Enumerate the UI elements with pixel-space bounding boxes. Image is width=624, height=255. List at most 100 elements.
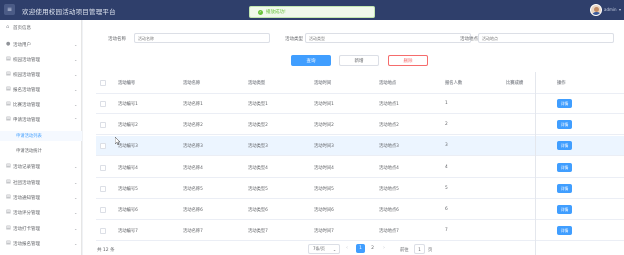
sidebar: ⌂ 首页信息 ● 活动用户 ⌄ ▤ 校园活动管理 ⌄ ▤ 校园活动管理 ⌄ ▤ … — [0, 20, 82, 255]
column-header[interactable]: 活动地点 — [379, 72, 396, 93]
sidebar-item-activity-2[interactable]: ▤ 校园活动管理 ⌄ — [0, 69, 82, 80]
row-checkbox[interactable] — [100, 228, 106, 234]
add-button[interactable]: 新增 — [339, 55, 379, 66]
list-icon: ▤ — [6, 209, 11, 215]
column-header[interactable]: 活动名称 — [183, 72, 200, 93]
sidebar-item-label: 活动打卡管理 — [13, 226, 40, 232]
table-cell: 4 — [445, 165, 448, 170]
table-cell: 活动地点2 — [379, 122, 399, 128]
table-cell: 活动时间1 — [314, 101, 334, 107]
table-cell: 活动编号6 — [118, 207, 138, 213]
menu-toggle-button[interactable]: ≡ — [4, 4, 15, 15]
chevron-down-icon: ⌄ — [332, 246, 337, 252]
user-name[interactable]: admin — [604, 7, 617, 12]
row-checkbox[interactable] — [100, 122, 106, 128]
sidebar-item-users[interactable]: ● 活动用户 ⌄ — [0, 39, 82, 50]
page-size-select[interactable]: 7条/页 ⌄ — [308, 244, 340, 254]
list-icon: ▤ — [6, 194, 11, 200]
table-row[interactable]: 活动编号6 活动名称6 活动类型6 活动时间6 活动地点6 6 详情 — [96, 200, 624, 220]
column-header[interactable]: 活动时间 — [314, 72, 331, 93]
sidebar-item-contest[interactable]: ▤ 比赛活动管理 ⌄ — [0, 99, 82, 110]
menu-icon: ≡ — [6, 5, 13, 13]
column-header: 操作 — [557, 80, 566, 86]
table-cell: 活动时间4 — [314, 165, 334, 171]
detail-button[interactable]: 详情 — [557, 226, 572, 235]
table-row[interactable]: 活动编号1 活动名称1 活动类型1 活动时间1 活动地点1 1 详情 — [96, 94, 624, 114]
prev-page-button[interactable]: ‹ — [346, 245, 348, 251]
sidebar-item-records[interactable]: ▤ 活动记录管理 ⌄ — [0, 161, 82, 172]
detail-button[interactable]: 详情 — [557, 120, 572, 129]
goto-label: 前往 — [400, 248, 409, 253]
next-page-button[interactable]: › — [383, 245, 385, 251]
sidebar-item-home[interactable]: ⌂ 首页信息 — [0, 22, 82, 33]
column-header[interactable]: 活动编号 — [118, 72, 135, 93]
column-header[interactable]: 报名人数 — [445, 72, 462, 93]
goto-page-input[interactable]: 1 — [414, 244, 425, 254]
sidebar-item-label: 活动通知管理 — [13, 195, 40, 201]
detail-button[interactable]: 详情 — [557, 184, 572, 193]
detail-button[interactable]: 详情 — [557, 99, 572, 108]
activity-type-input[interactable] — [305, 33, 471, 43]
table-cell: 活动类型6 — [248, 207, 268, 213]
table-row[interactable]: 活动编号5 活动名称5 活动类型5 活动时间5 活动地点5 5 详情 — [96, 179, 624, 199]
app-title: 欢迎使用校园活动项目管理平台 — [22, 8, 116, 16]
sidebar-item-label: 申请活动统计 — [16, 149, 42, 154]
table-cell: 活动名称5 — [183, 186, 203, 192]
table-cell: 5 — [445, 186, 448, 191]
sidebar-item-club[interactable]: ▤ 社团活动管理 ⌄ — [0, 177, 82, 188]
chevron-down-icon: ⌄ — [74, 42, 78, 47]
row-checkbox[interactable] — [100, 165, 106, 171]
page-number-2[interactable]: 2 — [368, 244, 377, 253]
sidebar-item-score[interactable]: ▤ 活动评分管理 ⌄ — [0, 207, 82, 218]
table-cell: 活动编号2 — [118, 122, 138, 128]
activity-location-input[interactable] — [478, 33, 614, 43]
column-header[interactable]: 活动类型 — [248, 72, 265, 93]
row-checkbox[interactable] — [100, 207, 106, 213]
table-row[interactable]: 活动编号7 活动名称7 活动类型7 活动时间7 活动地点7 7 详情 — [96, 221, 624, 241]
detail-button[interactable]: 详情 — [557, 205, 572, 214]
sidebar-item-signup[interactable]: ▤ 报名活动管理 ⌄ — [0, 84, 82, 95]
table-cell: 活动地点7 — [379, 228, 399, 234]
chevron-down-icon: ⌄ — [74, 57, 78, 62]
table-row[interactable]: 活动编号2 活动名称2 活动类型2 活动时间2 活动地点2 2 详情 — [96, 115, 624, 135]
chevron-down-icon[interactable]: ▾ — [619, 7, 621, 12]
table-cell: 2 — [445, 122, 448, 127]
column-header[interactable]: 比赛成绩 — [506, 72, 523, 93]
table-cell: 活动编号1 — [118, 101, 138, 107]
sidebar-subitem-apply-list[interactable]: 申请活动列表 — [0, 131, 82, 141]
table-cell: 活动类型3 — [248, 143, 268, 149]
chevron-down-icon: ⌄ — [74, 102, 78, 107]
sidebar-item-enroll[interactable]: ▤ 活动报名管理 ⌄ — [0, 238, 82, 249]
table-cell: 7 — [445, 228, 448, 233]
sidebar-item-checkin[interactable]: ▤ 活动打卡管理 ⌄ — [0, 223, 82, 234]
sidebar-item-apply[interactable]: ▤ 申请活动管理 ⌃ — [0, 114, 82, 125]
row-checkbox[interactable] — [100, 143, 106, 149]
table-cell: 活动编号7 — [118, 228, 138, 234]
detail-button[interactable]: 详情 — [557, 163, 572, 172]
page-number-1[interactable]: 1 — [356, 244, 365, 253]
chevron-down-icon: ⌄ — [74, 164, 78, 169]
row-checkbox[interactable] — [100, 186, 106, 192]
sidebar-item-activity-1[interactable]: ▤ 校园活动管理 ⌄ — [0, 54, 82, 65]
activity-name-input[interactable] — [134, 33, 270, 43]
sidebar-subitem-apply-stats[interactable]: 申请活动统计 — [0, 146, 82, 156]
chevron-down-icon: ⌄ — [74, 241, 78, 246]
table-cell: 活动地点6 — [379, 207, 399, 213]
table-cell: 1 — [445, 101, 448, 106]
table-row[interactable]: 活动编号3 活动名称3 活动类型3 活动时间3 活动地点3 3 详情 — [96, 136, 624, 156]
check-circle-icon: ✓ — [258, 9, 263, 15]
search-button[interactable]: 查询 — [291, 55, 331, 66]
list-icon: ▤ — [6, 163, 11, 169]
sidebar-item-notice[interactable]: ▤ 活动通知管理 ⌄ — [0, 192, 82, 203]
user-icon: ● — [6, 41, 11, 47]
row-checkbox[interactable] — [100, 101, 106, 107]
detail-button[interactable]: 详情 — [557, 141, 572, 150]
delete-button[interactable]: 删除 — [388, 55, 428, 66]
avatar[interactable] — [590, 4, 602, 16]
table-row[interactable]: 活动编号4 活动名称4 活动类型4 活动时间4 活动地点4 4 详情 — [96, 158, 624, 178]
table-cell: 活动名称1 — [183, 101, 203, 107]
sidebar-item-label: 申请活动管理 — [13, 117, 40, 123]
table-cell: 活动地点5 — [379, 186, 399, 192]
table-cell: 活动时间7 — [314, 228, 334, 234]
select-all-checkbox[interactable] — [100, 80, 106, 86]
